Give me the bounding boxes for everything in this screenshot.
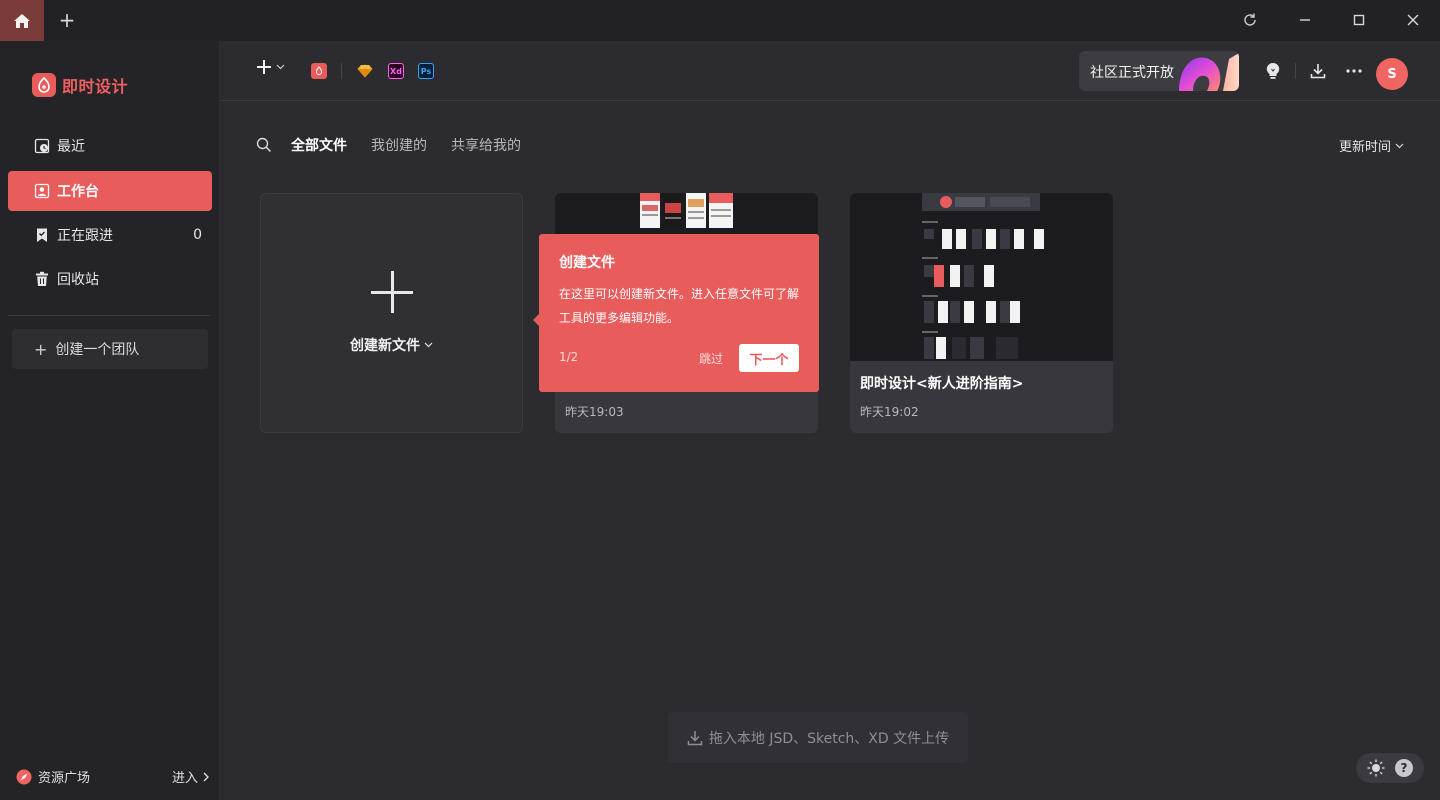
create-team-label: 创建一个团队 bbox=[55, 342, 140, 358]
sidebar-item-following[interactable]: 正在跟进 0 bbox=[8, 215, 212, 255]
chevron-right-icon bbox=[203, 772, 209, 781]
create-menu-button[interactable] bbox=[256, 59, 285, 75]
file-title: 即时设计<新人进阶指南> bbox=[860, 376, 1024, 392]
resource-square-link[interactable]: 资源广场 bbox=[16, 767, 90, 786]
app-name: 即时设计 bbox=[62, 77, 129, 96]
close-icon bbox=[1407, 14, 1419, 26]
user-card-icon bbox=[34, 183, 50, 199]
tab-created-by-me[interactable]: 我创建的 bbox=[371, 135, 427, 155]
title-bar: + bbox=[0, 0, 1440, 41]
skip-button[interactable]: 跳过 bbox=[699, 350, 723, 367]
community-banner[interactable]: 社区正式开放 bbox=[1079, 51, 1239, 91]
top-toolbar: Xd Ps 社区正式开放 S bbox=[220, 41, 1440, 101]
search-button[interactable] bbox=[256, 137, 272, 157]
community-label: 社区正式开放 bbox=[1090, 65, 1174, 81]
tab-all-files[interactable]: 全部文件 bbox=[291, 135, 347, 155]
home-icon bbox=[14, 13, 30, 28]
sidebar-item-trash[interactable]: 回收站 bbox=[8, 259, 212, 299]
jsd-icon[interactable] bbox=[311, 63, 327, 79]
tooltip-body: 在这里可以创建新文件。进入任意文件可了解工具的更多编辑功能。 bbox=[559, 287, 800, 325]
toolbar-separator bbox=[341, 63, 342, 79]
chevron-down-icon bbox=[1395, 143, 1404, 148]
create-file-card[interactable]: 创建新文件 bbox=[260, 193, 523, 433]
sidebar: 即时设计 最近 工作台 正在跟进 0 回收站 + 创建一个团队 资源广场 进入 bbox=[0, 41, 220, 800]
xd-icon[interactable]: Xd bbox=[388, 63, 404, 79]
filter-bar: 全部文件 我创建的 共享给我的 更新时间 bbox=[220, 125, 1440, 165]
upload-icon bbox=[687, 730, 703, 745]
plus-icon bbox=[257, 60, 271, 74]
download-button[interactable] bbox=[1307, 60, 1329, 82]
sidebar-item-recent[interactable]: 最近 bbox=[8, 126, 212, 166]
sketch-icon[interactable] bbox=[357, 63, 373, 79]
refresh-button[interactable] bbox=[1239, 9, 1261, 31]
plus-icon: + bbox=[34, 339, 48, 359]
tooltip-step: 1/2 bbox=[559, 350, 579, 364]
more-icon bbox=[1346, 69, 1362, 73]
create-file-label: 创建新文件 bbox=[350, 335, 433, 355]
enter-link[interactable]: 进入 bbox=[172, 767, 210, 786]
upload-dropzone[interactable]: 拖入本地 JSD、Sketch、XD 文件上传 bbox=[668, 712, 968, 763]
compass-icon bbox=[16, 769, 32, 784]
search-icon bbox=[256, 137, 272, 153]
tips-button[interactable] bbox=[1262, 60, 1284, 82]
help-icon[interactable]: ? bbox=[1395, 759, 1413, 777]
avatar[interactable]: S bbox=[1376, 58, 1408, 90]
enter-label: 进入 bbox=[172, 771, 199, 786]
following-count: 0 bbox=[193, 227, 202, 243]
next-button[interactable]: 下一个 bbox=[739, 344, 799, 372]
toolbar-separator bbox=[1295, 63, 1296, 79]
bookmark-icon bbox=[34, 227, 50, 243]
corner-controls: ? bbox=[1356, 753, 1424, 783]
onboarding-tooltip: 创建文件 在这里可以创建新文件。进入任意文件可了解工具的更多编辑功能。 1/2 … bbox=[533, 234, 819, 392]
create-team-button[interactable]: + 创建一个团队 bbox=[12, 329, 208, 369]
chevron-down-icon bbox=[276, 64, 285, 70]
sidebar-item-label: 工作台 bbox=[57, 184, 99, 200]
trash-icon bbox=[34, 271, 50, 287]
sidebar-item-label: 最近 bbox=[57, 139, 85, 155]
sun-icon[interactable] bbox=[1367, 759, 1385, 777]
minimize-button[interactable] bbox=[1294, 9, 1316, 31]
sort-dropdown[interactable]: 更新时间 bbox=[1339, 136, 1404, 155]
chevron-down-icon bbox=[424, 342, 433, 348]
resource-label: 资源广场 bbox=[38, 771, 91, 786]
download-icon bbox=[1310, 64, 1326, 79]
file-thumbnail bbox=[850, 193, 1113, 361]
sidebar-divider bbox=[8, 315, 210, 316]
sort-label: 更新时间 bbox=[1339, 140, 1392, 155]
dropzone-label: 拖入本地 JSD、Sketch、XD 文件上传 bbox=[708, 730, 950, 747]
community-art-icon bbox=[1179, 53, 1239, 91]
tab-shared-with-me[interactable]: 共享给我的 bbox=[451, 135, 521, 155]
sidebar-item-label: 正在跟进 bbox=[57, 228, 113, 244]
minimize-icon bbox=[1300, 19, 1310, 21]
new-tab-button[interactable]: + bbox=[56, 9, 78, 31]
refresh-icon bbox=[1244, 13, 1256, 26]
file-card[interactable]: 即时设计<新人进阶指南> 昨天19:02 bbox=[850, 193, 1113, 433]
ps-icon[interactable]: Ps bbox=[418, 63, 434, 79]
sidebar-item-label: 回收站 bbox=[57, 272, 99, 288]
maximize-button[interactable] bbox=[1348, 9, 1370, 31]
sidebar-item-workspace[interactable]: 工作台 bbox=[8, 171, 212, 211]
app-logo[interactable]: 即时设计 bbox=[32, 73, 128, 97]
home-button[interactable] bbox=[0, 0, 44, 41]
plus-icon bbox=[370, 271, 413, 313]
jsd-logo-icon bbox=[32, 73, 56, 97]
more-button[interactable] bbox=[1343, 60, 1365, 82]
clock-icon bbox=[34, 138, 50, 154]
file-time: 昨天19:02 bbox=[860, 405, 919, 419]
maximize-icon bbox=[1353, 14, 1365, 26]
tooltip-title: 创建文件 bbox=[559, 255, 615, 271]
file-time: 昨天19:03 bbox=[565, 405, 624, 419]
close-button[interactable] bbox=[1402, 9, 1424, 31]
plus-icon: + bbox=[58, 8, 76, 32]
lightbulb-icon bbox=[1266, 62, 1280, 79]
